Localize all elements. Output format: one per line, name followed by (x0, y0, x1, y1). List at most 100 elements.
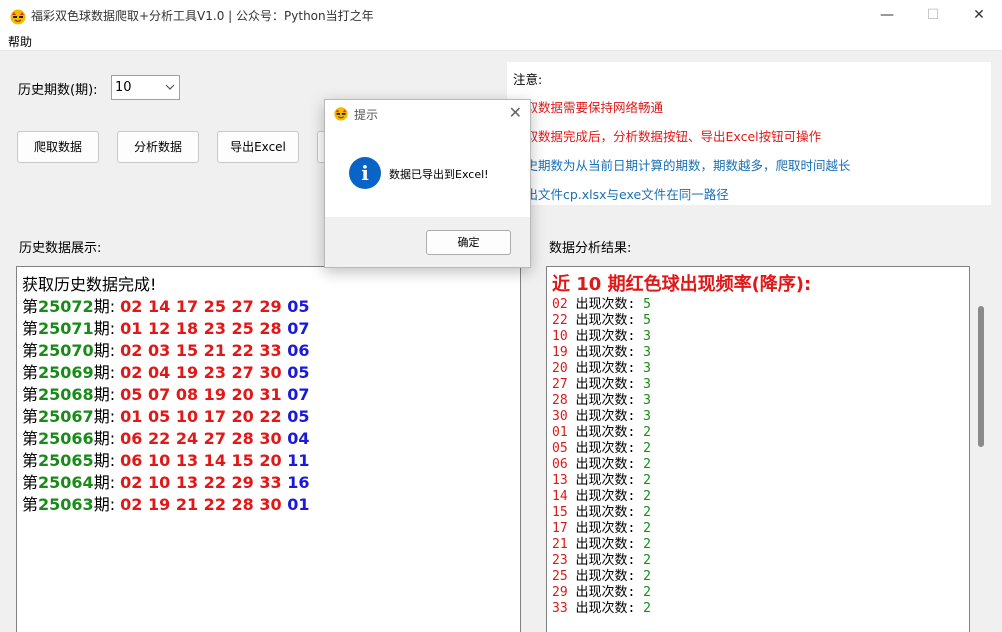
draw-red-balls: 01 12 18 23 25 28 (120, 319, 282, 338)
draw-suffix: 期: (93, 451, 121, 470)
frequency-row: 14 出现次数: 2 (552, 489, 811, 505)
history-row: 第25069期: 02 04 19 23 27 30 05 (22, 362, 309, 384)
frequency-label: 出现次数: (575, 393, 636, 408)
frequency-number: 23 (552, 553, 568, 568)
history-count-value: 10 (115, 80, 132, 95)
history-text-area[interactable]: 获取历史数据完成! 第25072期: 02 14 17 25 27 29 05 第… (16, 266, 521, 632)
draw-issue: 25065 (38, 451, 94, 470)
analysis-text-area[interactable]: 近 10 期红色球出现频率(降序): 02 出现次数: 5 22 出现次数: 51… (546, 266, 970, 632)
frequency-row: 06 出现次数: 2 (552, 457, 811, 473)
draw-prefix: 第 (22, 473, 39, 492)
draw-red-balls: 06 10 13 14 15 20 (120, 451, 282, 470)
draw-issue: 25068 (38, 385, 94, 404)
draw-blue-ball: 01 (287, 495, 310, 514)
history-row: 第25072期: 02 14 17 25 27 29 05 (22, 296, 309, 318)
frequency-row: 28 出现次数: 3 (552, 393, 811, 409)
frequency-label: 出现次数: (575, 521, 636, 536)
draw-issue: 25072 (38, 297, 94, 316)
history-row: 第25066期: 06 22 24 27 28 30 04 (22, 428, 309, 450)
history-heading: 获取历史数据完成! (22, 275, 157, 294)
app-icon (10, 9, 26, 25)
frequency-count: 3 (643, 393, 651, 408)
history-row: 第25071期: 01 12 18 23 25 28 07 (22, 318, 309, 340)
history-row: 第25067期: 01 05 10 17 20 22 05 (22, 406, 309, 428)
draw-suffix: 期: (93, 363, 121, 382)
app-icon (334, 107, 348, 121)
frequency-count: 2 (643, 505, 651, 520)
maximize-icon[interactable]: ☐ (910, 0, 956, 31)
ok-button[interactable]: 确定 (426, 230, 511, 255)
draw-red-balls: 02 14 17 25 27 29 (120, 297, 282, 316)
menu-item-help[interactable]: 帮助 (8, 33, 32, 50)
frequency-label: 出现次数: (575, 457, 636, 472)
draw-suffix: 期: (93, 429, 121, 448)
draw-red-balls: 01 05 10 17 20 22 (120, 407, 282, 426)
frequency-number: 17 (552, 521, 568, 536)
draw-issue: 25063 (38, 495, 94, 514)
draw-blue-ball: 11 (287, 451, 310, 470)
frequency-label: 出现次数: (575, 569, 636, 584)
frequency-count: 3 (643, 361, 651, 376)
draw-prefix: 第 (22, 429, 39, 448)
dialog-message: 数据已导出到Excel! (389, 168, 489, 181)
draw-issue: 25064 (38, 473, 94, 492)
close-icon[interactable]: ✕ (509, 103, 522, 122)
history-row: 第25065期: 06 10 13 14 15 20 11 (22, 450, 309, 472)
history-scrollbar[interactable] (521, 266, 544, 632)
draw-red-balls: 02 19 21 22 28 30 (120, 495, 282, 514)
minimize-icon[interactable]: — (864, 0, 910, 31)
frequency-number: 06 (552, 457, 568, 472)
frequency-row: 23 出现次数: 2 (552, 553, 811, 569)
note-item-0: 爬取数据需要保持网络畅通 (513, 100, 664, 115)
draw-prefix: 第 (22, 451, 39, 470)
draw-prefix: 第 (22, 385, 39, 404)
frequency-label: 出现次数: (575, 553, 636, 568)
history-count-select[interactable]: 10 (111, 75, 180, 100)
export-excel-button[interactable]: 导出Excel (217, 131, 299, 163)
frequency-count: 2 (643, 553, 651, 568)
draw-blue-ball: 05 (287, 297, 310, 316)
frequency-label: 出现次数: (575, 329, 636, 344)
frequency-count: 2 (643, 537, 651, 552)
draw-issue: 25066 (38, 429, 94, 448)
note-item-3: 导出文件cp.xlsx与exe文件在同一路径 (513, 187, 729, 202)
frequency-number: 29 (552, 585, 568, 600)
analysis-heading: 近 10 期红色球出现频率(降序): (552, 274, 812, 295)
frequency-label: 出现次数: (575, 377, 636, 392)
frequency-label: 出现次数: (575, 345, 636, 360)
draw-prefix: 第 (22, 363, 39, 382)
analysis-scrollbar-thumb[interactable] (978, 306, 984, 447)
draw-prefix: 第 (22, 319, 39, 338)
draw-blue-ball: 16 (287, 473, 310, 492)
draw-issue: 25069 (38, 363, 94, 382)
frequency-row: 19 出现次数: 3 (552, 345, 811, 361)
frequency-label: 出现次数: (575, 425, 636, 440)
frequency-count: 2 (643, 601, 651, 616)
frequency-count: 3 (643, 329, 651, 344)
crawl-data-button[interactable]: 爬取数据 (17, 131, 99, 163)
history-row: 第25064期: 02 10 13 22 29 33 16 (22, 472, 309, 494)
history-row: 第25070期: 02 03 15 21 22 33 06 (22, 340, 309, 362)
frequency-row: 17 出现次数: 2 (552, 521, 811, 537)
draw-issue: 25067 (38, 407, 94, 426)
close-icon[interactable]: ✕ (956, 0, 1002, 31)
history-row: 第25068期: 05 07 08 19 20 31 07 (22, 384, 309, 406)
frequency-number: 19 (552, 345, 568, 360)
notes-panel: 注意: 爬取数据需要保持网络畅通 爬取数据完成后，分析数据按钮、导出Excel按… (507, 62, 991, 205)
frequency-row: 01 出现次数: 2 (552, 425, 811, 441)
draw-red-balls: 02 04 19 23 27 30 (120, 363, 282, 382)
frequency-row: 30 出现次数: 3 (552, 409, 811, 425)
frequency-number: 30 (552, 409, 568, 424)
draw-suffix: 期: (93, 495, 121, 514)
frequency-number: 25 (552, 569, 568, 584)
note-item-1: 爬取数据完成后，分析数据按钮、导出Excel按钮可操作 (513, 129, 822, 144)
draw-blue-ball: 07 (287, 385, 310, 404)
frequency-count: 2 (643, 521, 651, 536)
analyze-data-button[interactable]: 分析数据 (117, 131, 199, 163)
draw-prefix: 第 (22, 495, 39, 514)
draw-blue-ball: 07 (287, 319, 310, 338)
frequency-number: 27 (552, 377, 568, 392)
dialog-footer: 确定 (325, 217, 530, 267)
frequency-number: 21 (552, 537, 568, 552)
frequency-label: 出现次数: (575, 361, 636, 376)
